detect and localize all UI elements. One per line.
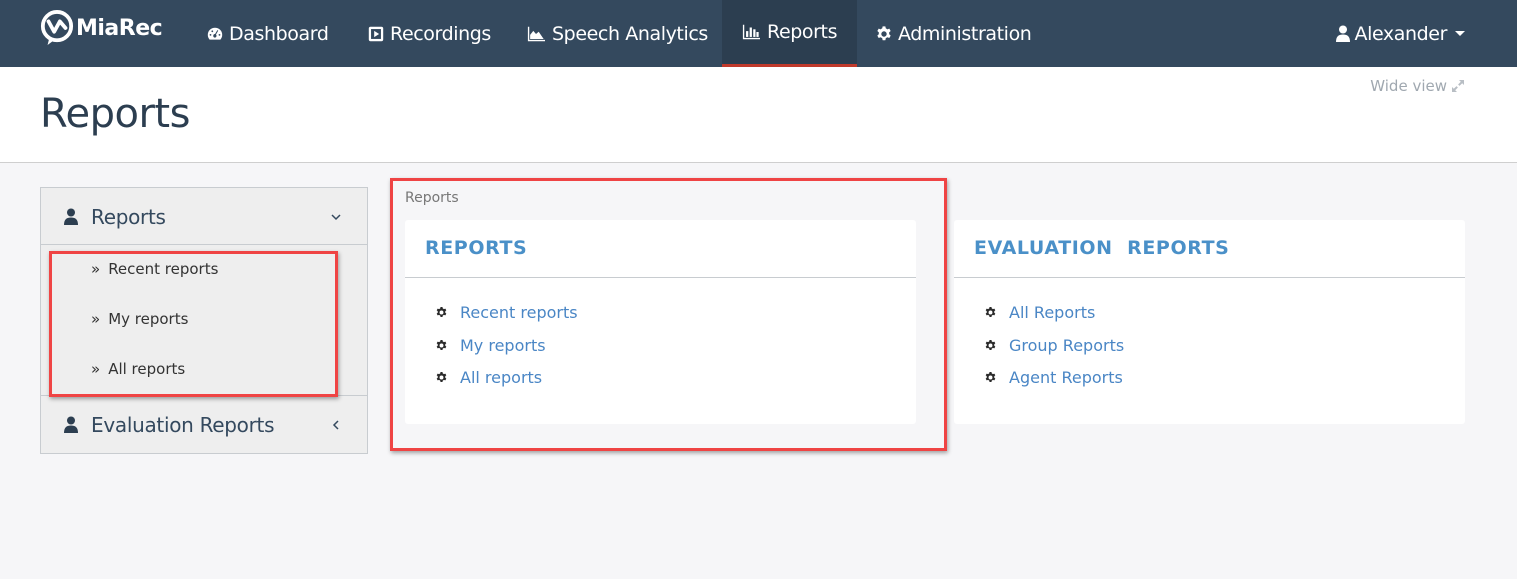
sidebar-section-label: Reports — [91, 204, 166, 229]
gear-icon — [436, 339, 447, 350]
link-label: All reports — [460, 368, 543, 387]
sidebar-section-reports[interactable]: Reports — [41, 188, 367, 245]
chevron-down-icon — [331, 213, 341, 220]
brand-logo[interactable]: MiaRec — [40, 10, 163, 46]
sidebar-item-all-reports[interactable]: » All reports — [91, 360, 185, 378]
play-square-icon — [368, 26, 384, 41]
link-label: All Reports — [1009, 303, 1096, 322]
link-my-reports[interactable]: My reports — [435, 336, 546, 355]
wide-view-toggle[interactable]: Wide view — [1370, 77, 1465, 95]
gear-icon — [436, 371, 447, 382]
wide-view-label: Wide view — [1370, 77, 1447, 95]
sidebar-section-evaluation-reports[interactable]: Evaluation Reports — [41, 396, 367, 453]
nav-administration[interactable]: Administration — [857, 0, 1049, 67]
user-icon — [64, 208, 78, 225]
nav-reports[interactable]: Reports — [722, 0, 857, 67]
sidebar-item-recent-reports[interactable]: » Recent reports — [91, 260, 218, 278]
double-chevron-right-icon: » — [91, 260, 101, 278]
page-header: Reports Wide view — [0, 67, 1517, 163]
top-navbar: MiaRec Dashboard Recordings Speech Analy… — [0, 0, 1517, 67]
bar-chart-icon — [742, 24, 760, 40]
nav-recordings-label: Recordings — [390, 22, 491, 45]
sidebar-item-label: Recent reports — [108, 260, 219, 278]
nav-dashboard[interactable]: Dashboard — [188, 0, 346, 67]
link-eval-all-reports[interactable]: All Reports — [984, 303, 1095, 322]
user-menu[interactable]: Alexander — [1336, 0, 1465, 67]
double-chevron-right-icon: » — [91, 360, 101, 378]
sidebar-item-label: My reports — [108, 310, 189, 328]
gear-icon — [985, 371, 996, 382]
gear-icon — [985, 339, 996, 350]
link-all-reports[interactable]: All reports — [435, 368, 542, 387]
user-icon — [64, 416, 78, 433]
link-label: My reports — [460, 336, 546, 355]
nav-reports-label: Reports — [767, 21, 838, 43]
sidebar: Reports » Recent reports » My reports » … — [40, 187, 368, 454]
sidebar-item-label: All reports — [108, 360, 186, 378]
chevron-left-icon — [332, 419, 339, 430]
link-group-reports[interactable]: Group Reports — [984, 336, 1124, 355]
evaluation-reports-panel: EVALUATION REPORTS All Reports Group Rep… — [954, 220, 1465, 424]
nav-speech-analytics[interactable]: Speech Analytics — [507, 0, 726, 67]
link-label: Recent reports — [460, 303, 578, 322]
sidebar-section-label: Evaluation Reports — [91, 412, 275, 437]
nav-speech-analytics-label: Speech Analytics — [552, 22, 708, 45]
reports-panel: REPORTS Recent reports My reports All re… — [405, 220, 916, 424]
panel-title: EVALUATION REPORTS — [974, 237, 1230, 259]
double-chevron-right-icon: » — [91, 310, 101, 328]
nav-administration-label: Administration — [898, 22, 1032, 45]
panel-title: REPORTS — [425, 237, 528, 259]
link-agent-reports[interactable]: Agent Reports — [984, 368, 1123, 387]
dashboard-icon — [207, 27, 223, 40]
miarec-logo-icon — [40, 10, 74, 45]
divider — [41, 244, 367, 245]
gear-icon — [985, 306, 996, 317]
expand-icon — [1452, 80, 1464, 92]
gear-icon — [436, 306, 447, 317]
nav-dashboard-label: Dashboard — [229, 22, 329, 45]
gear-icon — [877, 25, 891, 40]
divider — [405, 277, 916, 278]
link-recent-reports[interactable]: Recent reports — [435, 303, 578, 322]
sidebar-item-my-reports[interactable]: » My reports — [91, 310, 188, 328]
user-icon — [1336, 25, 1351, 42]
user-name: Alexander — [1354, 22, 1447, 45]
breadcrumb: Reports — [405, 190, 459, 206]
divider — [954, 277, 1465, 278]
area-chart-icon — [527, 26, 545, 41]
link-label: Group Reports — [1009, 336, 1125, 355]
page-title: Reports — [40, 91, 190, 137]
caret-down-icon — [1455, 31, 1465, 36]
nav-recordings[interactable]: Recordings — [349, 0, 509, 67]
link-label: Agent Reports — [1009, 368, 1123, 387]
brand-name: MiaRec — [76, 15, 163, 41]
